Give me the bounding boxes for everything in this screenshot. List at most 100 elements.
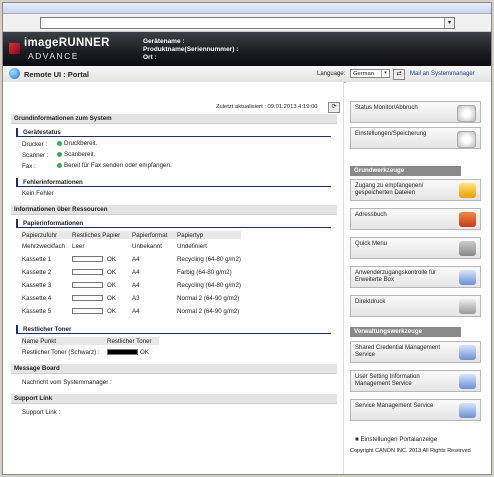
browser-window: ▾ imageRUNNER ADVANCE Gerätename : Produ… [2,2,492,475]
paper-format: A4 [132,269,140,276]
device-status-header: Gerätestatus [16,128,331,137]
user-icon [459,241,476,256]
paper-level-bar [72,308,103,314]
col-header: Papiertyp [177,232,204,239]
globe-icon [9,68,20,79]
address-bar-row: ▾ [3,14,491,32]
error-value: Kein Fehler [22,190,54,197]
col-header: Name Punkt [22,338,57,345]
tool-label: Zugang zu empfangenen/ gespeicherten Dat… [355,183,424,196]
gear-icon [457,131,476,148]
fax-status-label: Fax : [22,163,36,170]
printer-icon [459,299,476,314]
col-header: Restlicher Toner [107,338,152,345]
paper-remaining: Leer [72,243,85,250]
status-monitor-button[interactable]: Status Monitor/Abbruch [350,101,481,123]
basic-tools-header: Grundwerkzeuge [350,166,461,176]
fax-status: Bereit für Fax senden oder empfangen. [57,162,172,169]
paper-type: Normal 2 (64-90 g/m2) [177,295,240,302]
admin-tools-header: Verwaltungswerkzeuge [350,327,461,337]
paper-remaining: OK [107,282,116,289]
eye-icon [457,105,476,122]
paper-type: Recycling (64-80 g/m2) [177,282,241,289]
window-icon [459,345,476,360]
portal-navbar: Remote UI : Portal Language: German ▾ ⇄ M… [3,66,491,83]
window-icon [459,270,476,285]
col-header: Restliches Papier [72,232,121,239]
direct-print-button[interactable]: Direktdruck [350,295,481,317]
language-select[interactable]: German ▾ [350,69,390,78]
paper-source: Kassette 5 [22,308,52,315]
toner-name: Restlicher Toner (Schwarz) : [22,349,100,356]
scanner-status-value: Scanbereit. [64,151,96,158]
toner-value: OK [140,349,149,356]
tool-label: Shared Credential Management Service [355,345,441,358]
chevron-down-icon: ▾ [381,70,389,77]
basic-info-header: Grundinformationen zum System [11,114,337,124]
device-info: Gerätename : Produktname(Seriennummer) :… [143,38,238,62]
printer-status-label: Drucker : [22,141,48,148]
paper-source: Mehrzweckfach [22,243,65,250]
paper-format: A4 [132,282,140,289]
paper-remaining: OK [107,269,116,276]
right-sidebar: Status Monitor/Abbruch Einstellungen/Spe… [346,82,491,474]
support-link-header: Support Link [11,394,337,404]
paper-level-bar [72,269,103,275]
header-banner: imageRUNNER ADVANCE Gerätename : Produkt… [3,32,491,66]
window-icon [459,374,476,389]
tool-label: Quick Menu [355,241,388,247]
quick-menu-button[interactable]: Quick Menu [350,237,481,259]
paper-source: Kassette 4 [22,295,52,302]
settings-button[interactable]: Einstellungen/Speicherung [350,127,481,149]
paper-source: Kassette 2 [22,269,52,276]
paper-format: A3 [132,295,140,302]
shared-credential-button[interactable]: Shared Credential Management Service [350,341,481,363]
paper-type: Farbig (64-80 g/m2) [177,269,232,276]
chevron-down-icon[interactable]: ▾ [444,18,454,28]
received-files-button[interactable]: Zugang zu empfangenen/ gespeicherten Dat… [350,179,481,201]
error-info-header: Fehlerinformationen [16,178,331,187]
user-setting-button[interactable]: User Setting Information Management Serv… [350,370,481,392]
col-header: Papierzufuhr [22,232,58,239]
fax-status-value: Bereit für Fax senden oder empfangen. [64,162,172,169]
paper-remaining: OK [107,295,116,302]
paper-source: Kassette 3 [22,282,52,289]
portal-settings-link[interactable]: ■ Einstellungen Portalanzeige [355,436,437,443]
tool-label: Direktdruck [355,299,386,305]
device-name-label: Gerätename : [143,38,185,45]
paper-type: Recycling (64-80 g/m2) [177,256,241,263]
product-label: Produktname(Seriennummer) : [143,46,239,53]
resources-header: Informationen über Ressourcen [11,205,337,215]
paper-remaining: OK [107,256,116,263]
address-dropdown[interactable]: ▾ [40,17,455,29]
canon-cube-logo-icon [9,43,20,54]
settings-label: Einstellungen/Speicherung [355,131,427,137]
address-book-button[interactable]: Adressbuch [350,208,481,230]
tool-label: Adressbuch [355,212,387,218]
language-value: German [353,71,374,77]
scanner-status-label: Scanner : [22,152,49,159]
service-management-button[interactable]: Service Management Service [350,399,481,421]
folder-icon [459,183,476,198]
printer-status: Druckbereit. [57,140,97,147]
paper-format: A4 [132,308,140,315]
user-access-button[interactable]: Anwenderzugangskontrolle für Erweiterte … [350,266,481,288]
status-ok-icon [57,162,62,168]
tool-label: Anwenderzugangskontrolle für Erweiterte … [355,270,437,283]
window-icon [459,403,476,418]
main-content: Zuletzt aktualisiert : 09.01.2013 4:19:0… [3,82,344,474]
paper-remaining: OK [107,308,116,315]
language-label: Language: [317,71,346,77]
refresh-button[interactable]: ⟳ [328,102,340,113]
browser-titlebar [3,3,491,14]
support-link-label: Support Link : [22,409,61,416]
brand-name: imageRUNNER [24,37,110,49]
col-header: Papierformat [132,232,168,239]
language-apply-button[interactable]: ⇄ [393,69,405,80]
printer-status-value: Druckbereit. [64,140,98,147]
status-monitor-label: Status Monitor/Abbruch [355,105,418,111]
mail-system-manager-link[interactable]: Mail an Systemmanager [410,71,475,77]
message-label: Nachricht vom Systemmanager : [22,379,112,386]
scanner-status: Scanbereit. [57,151,95,158]
tool-label: Service Management Service [355,403,434,409]
